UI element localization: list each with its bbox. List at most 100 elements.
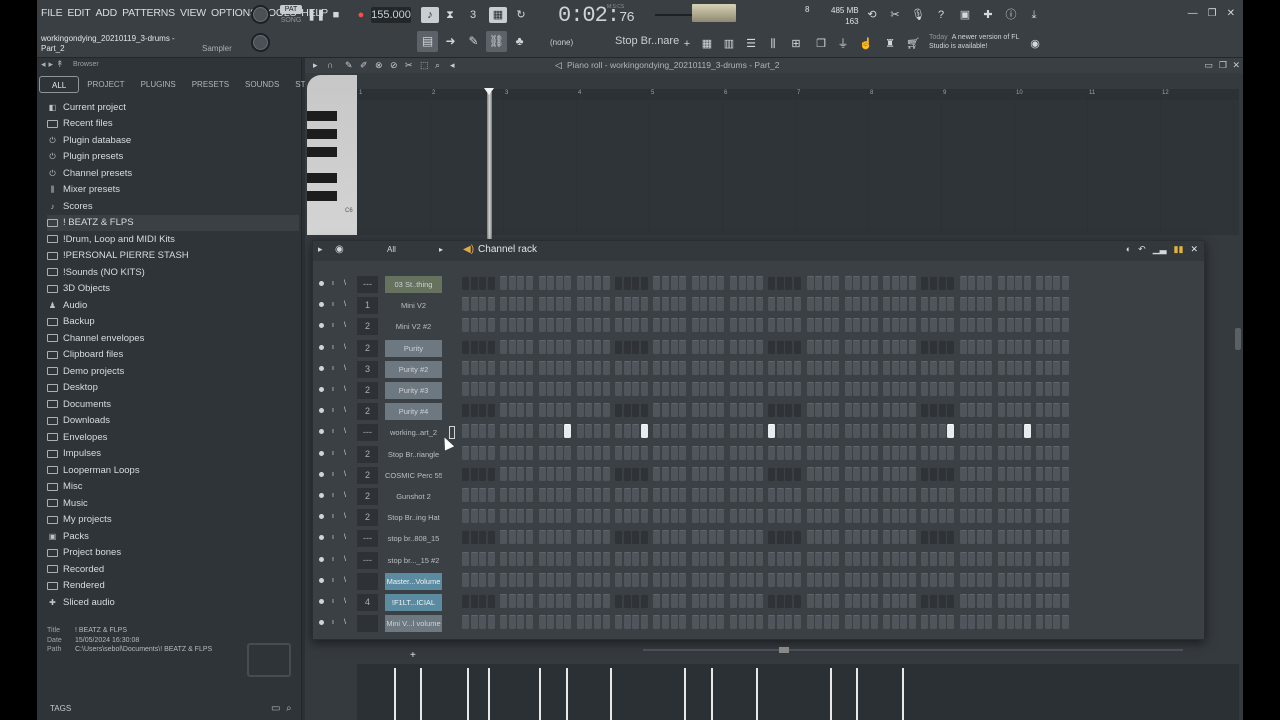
channel-mute-led[interactable] bbox=[319, 323, 324, 329]
channel-row[interactable]: ı \ 2 Gunshot 2 bbox=[313, 486, 1206, 507]
minimize-icon[interactable]: — bbox=[1188, 8, 1198, 19]
step-button[interactable] bbox=[517, 466, 525, 481]
step-button[interactable] bbox=[853, 488, 861, 502]
step-button[interactable] bbox=[832, 530, 840, 545]
step-button[interactable] bbox=[891, 572, 899, 587]
pencil-icon[interactable]: ✎ bbox=[345, 60, 353, 71]
step-button[interactable] bbox=[755, 297, 763, 312]
step-button[interactable] bbox=[662, 615, 669, 630]
channel-mute-led[interactable] bbox=[319, 450, 324, 456]
step-button[interactable] bbox=[844, 403, 852, 418]
step-button[interactable] bbox=[747, 424, 755, 439]
step-button[interactable] bbox=[883, 360, 891, 375]
metronome-icon[interactable]: ♪ bbox=[421, 7, 439, 23]
step-button[interactable] bbox=[908, 424, 916, 439]
paint-icon[interactable]: ✎ bbox=[463, 31, 484, 52]
step-button[interactable] bbox=[564, 509, 572, 524]
step-button[interactable] bbox=[653, 403, 661, 418]
browser-item[interactable]: ◧ Current project bbox=[47, 99, 299, 116]
browser-item[interactable]: !PERSONAL PIERRE STASH bbox=[47, 248, 299, 265]
step-button[interactable] bbox=[623, 297, 631, 312]
step-button[interactable] bbox=[938, 509, 946, 524]
step-button[interactable] bbox=[959, 297, 967, 312]
step-button[interactable] bbox=[729, 382, 737, 396]
step-button[interactable] bbox=[921, 403, 929, 418]
step-button[interactable] bbox=[640, 530, 648, 545]
step-button[interactable] bbox=[976, 360, 984, 375]
step-button[interactable] bbox=[594, 572, 602, 587]
step-button[interactable] bbox=[526, 318, 534, 333]
step-button[interactable] bbox=[555, 530, 563, 545]
step-button[interactable] bbox=[1053, 339, 1061, 354]
step-button[interactable] bbox=[623, 551, 631, 566]
step-button[interactable] bbox=[785, 297, 793, 312]
browser-item[interactable]: My projects bbox=[47, 512, 299, 529]
step-button[interactable] bbox=[1053, 382, 1061, 396]
step-button[interactable] bbox=[1006, 297, 1014, 312]
step-button[interactable] bbox=[508, 318, 516, 333]
step-button[interactable] bbox=[959, 572, 967, 587]
channel-volume-knob[interactable]: \ bbox=[344, 512, 350, 521]
step-button[interactable] bbox=[862, 424, 869, 439]
step-button[interactable] bbox=[1015, 509, 1023, 524]
step-button[interactable] bbox=[891, 276, 899, 290]
step-button[interactable] bbox=[929, 424, 937, 439]
step-button[interactable] bbox=[832, 594, 840, 608]
mixer-track-selector[interactable]: --- bbox=[357, 530, 378, 548]
step-button[interactable] bbox=[640, 318, 648, 333]
step-button[interactable] bbox=[691, 551, 699, 566]
step-button[interactable] bbox=[632, 551, 640, 566]
step-button[interactable] bbox=[968, 403, 976, 418]
step-button[interactable] bbox=[832, 297, 840, 312]
step-button[interactable] bbox=[700, 339, 708, 354]
step-button[interactable] bbox=[470, 551, 478, 566]
step-button[interactable] bbox=[517, 382, 525, 396]
step-button[interactable] bbox=[747, 530, 755, 545]
channel-pan-knob[interactable]: ı bbox=[332, 618, 338, 627]
step-button[interactable] bbox=[547, 488, 555, 502]
step-button[interactable] bbox=[929, 530, 937, 545]
project-file-icon[interactable]: ❐ bbox=[813, 36, 829, 52]
step-button[interactable] bbox=[785, 360, 793, 375]
step-button[interactable] bbox=[623, 615, 631, 630]
channel-pan-knob[interactable]: ı bbox=[332, 427, 338, 436]
mixer-track-selector[interactable]: 4 bbox=[357, 594, 378, 611]
step-button[interactable] bbox=[768, 339, 776, 354]
step-button[interactable] bbox=[538, 445, 546, 460]
step-button[interactable] bbox=[785, 466, 793, 481]
step-button[interactable] bbox=[908, 615, 916, 630]
step-button[interactable] bbox=[653, 509, 661, 524]
step-button[interactable] bbox=[947, 551, 955, 566]
step-button[interactable] bbox=[679, 488, 687, 502]
step-button[interactable] bbox=[768, 382, 776, 396]
step-button[interactable] bbox=[908, 594, 916, 608]
step-button[interactable] bbox=[729, 445, 737, 460]
channel-pan-knob[interactable]: ı bbox=[332, 576, 338, 585]
step-button[interactable] bbox=[700, 445, 708, 460]
tempo-display[interactable]: 155.000 bbox=[371, 7, 411, 23]
step-button[interactable] bbox=[908, 530, 916, 545]
step-button[interactable] bbox=[679, 297, 687, 312]
step-button[interactable] bbox=[500, 382, 508, 396]
stamp-icon[interactable]: ♣ bbox=[509, 31, 530, 52]
browser-tab-sounds[interactable]: SOUNDS bbox=[237, 76, 287, 93]
step-button[interactable] bbox=[602, 382, 610, 396]
step-button[interactable] bbox=[632, 318, 640, 333]
step-button[interactable] bbox=[832, 509, 840, 524]
step-button[interactable] bbox=[929, 615, 937, 630]
step-button[interactable] bbox=[462, 445, 469, 460]
step-button[interactable] bbox=[755, 530, 763, 545]
step-button[interactable] bbox=[921, 466, 929, 481]
step-button[interactable] bbox=[555, 445, 563, 460]
step-button[interactable] bbox=[823, 276, 831, 290]
step-button[interactable] bbox=[976, 594, 984, 608]
step-button[interactable] bbox=[755, 382, 763, 396]
step-button[interactable] bbox=[1023, 572, 1031, 587]
step-button[interactable] bbox=[870, 551, 878, 566]
step-button[interactable] bbox=[832, 276, 840, 290]
step-button[interactable] bbox=[700, 615, 708, 630]
step-button[interactable] bbox=[929, 318, 937, 333]
step-button[interactable] bbox=[526, 572, 534, 587]
step-button[interactable] bbox=[997, 572, 1005, 587]
velocity-bar[interactable] bbox=[756, 668, 758, 720]
